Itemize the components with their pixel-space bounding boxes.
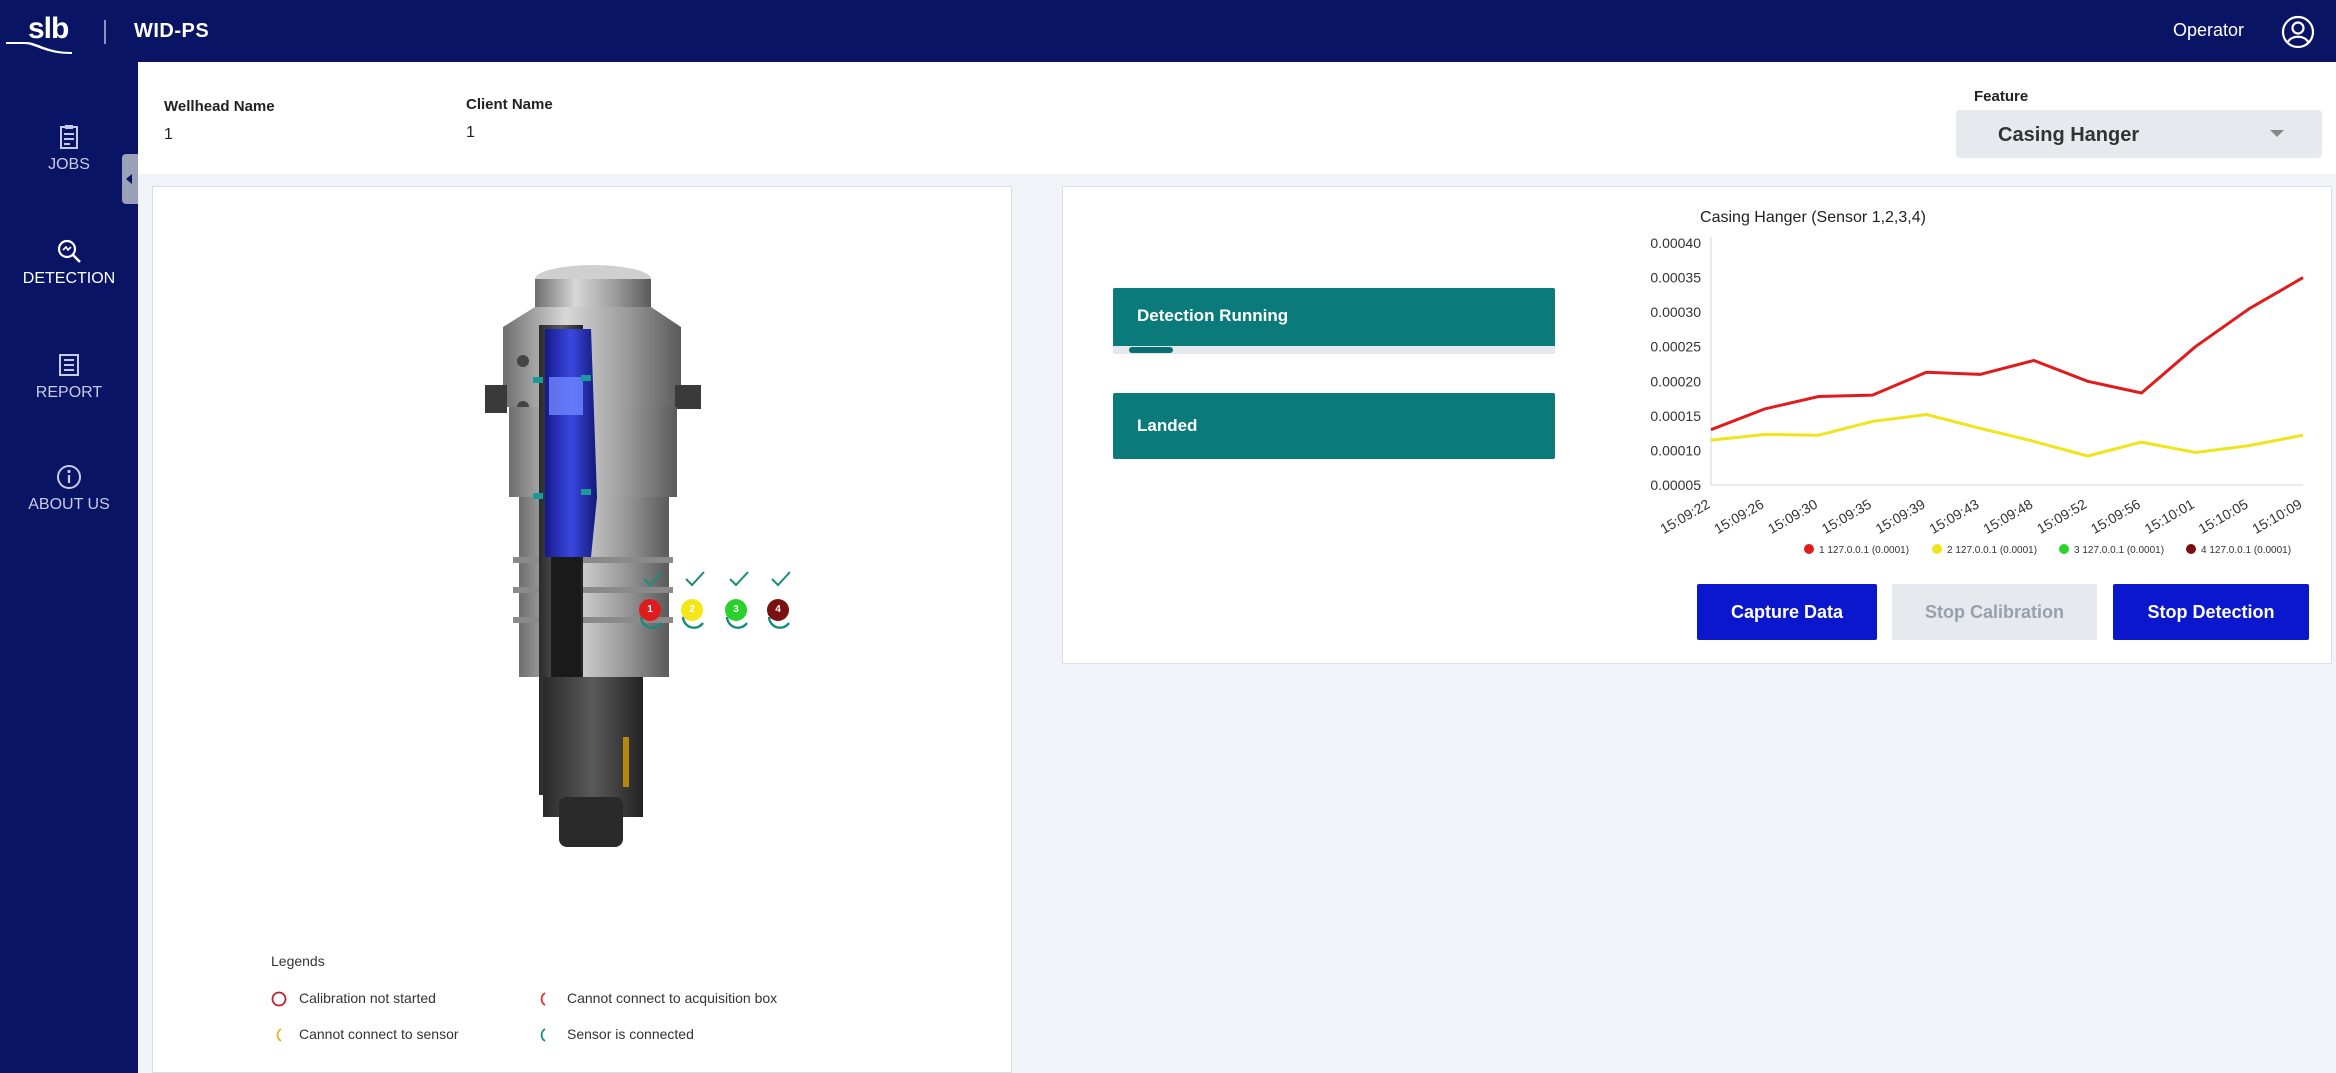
sidebar-item-jobs[interactable]: JOBS: [0, 122, 138, 202]
slb-logo: slb: [6, 12, 72, 54]
feature-selected-value: Casing Hanger: [1998, 124, 2140, 146]
calibration-not-started-ring-icon: [271, 991, 287, 1007]
legend-label-series-4: 4 127.0.0.1 (0.0001): [2201, 545, 2291, 556]
x-tick-label: 15:09:30: [1765, 496, 1820, 537]
y-tick-label: 0.00035: [1650, 270, 1701, 286]
logo-swoosh-icon: [6, 42, 72, 54]
legend-cannot-connect-acquisition-box: Cannot connect to acquisition box: [567, 990, 778, 1006]
wellhead-cutaway-image: [485, 265, 701, 847]
detection-progress-bar: [1113, 346, 1555, 354]
sidebar-item-label: ABOUT US: [28, 496, 110, 513]
sidebar: JOBS DETECTION REPORT ABOUT US: [0, 62, 138, 1073]
legend-label-series-2: 2 127.0.0.1 (0.0001): [1947, 545, 2037, 556]
sensor-1-check-icon: [643, 571, 663, 587]
y-tick-label: 0.00025: [1650, 339, 1701, 355]
sidebar-item-report[interactable]: REPORT: [0, 350, 138, 430]
sidebar-item-about-us[interactable]: ABOUT US: [0, 462, 138, 542]
landed-label: Landed: [1137, 416, 1198, 435]
info-icon: [57, 465, 81, 489]
y-tick-label: 0.00020: [1650, 373, 1701, 389]
detection-running-card: Detection Running: [1113, 288, 1555, 354]
x-tick-label: 15:09:52: [2034, 496, 2089, 537]
sensor-connected-arc-icon: [540, 1028, 546, 1042]
legends-title: Legends: [271, 953, 325, 969]
sidebar-item-label: DETECTION: [22, 270, 116, 287]
client-name-value: 1: [466, 124, 475, 141]
sensor-3-check-icon: [729, 571, 749, 587]
chart-title: Casing Hanger (Sensor 1,2,3,4): [1700, 209, 1926, 226]
series-1-line: [1710, 276, 2304, 432]
report-icon: [59, 354, 79, 376]
job-info-header: Wellhead Name 1 Client Name 1 Feature Ca…: [138, 62, 2336, 174]
sidebar-item-detection[interactable]: DETECTION: [0, 236, 138, 316]
sensor-1-connected-arc-icon: [639, 616, 662, 629]
capture-data-button[interactable]: Capture Data: [1697, 584, 1877, 640]
y-tick-label: 0.00040: [1650, 235, 1701, 251]
wellhead-name-value: 1: [164, 126, 173, 143]
chevron-left-icon: [126, 174, 132, 184]
feature-label: Feature: [1974, 88, 2029, 105]
legend-marker-series-4: [2186, 544, 2196, 554]
y-tick-label: 0.00015: [1650, 408, 1701, 424]
client-name-label: Client Name: [466, 96, 553, 113]
account-circle-icon[interactable]: [2280, 14, 2316, 50]
legend-marker-series-3: [2059, 544, 2069, 554]
detection-progress-fill: [1129, 347, 1173, 353]
x-tick-label: 15:09:48: [1980, 496, 2035, 537]
top-bar: slb WID-PS Operator: [0, 0, 2336, 62]
legend-label-series-1: 1 127.0.0.1 (0.0001): [1819, 545, 1909, 556]
sensor-2-check-icon: [685, 571, 705, 587]
detection-panel: Detection Running Landed Casing Hanger (…: [1062, 186, 2332, 664]
x-tick-label: 15:09:26: [1711, 496, 1766, 537]
legend-cannot-connect-sensor: Cannot connect to sensor: [299, 1026, 459, 1042]
x-tick-label: 15:10:09: [2249, 496, 2304, 537]
x-tick-label: 15:10:01: [2142, 496, 2197, 537]
x-tick-label: 15:09:56: [2088, 496, 2143, 537]
x-tick-label: 15:09:35: [1819, 496, 1874, 537]
user-name[interactable]: Operator: [2173, 20, 2244, 41]
y-tick-label: 0.00005: [1650, 477, 1701, 493]
y-tick-label: 0.00010: [1650, 442, 1701, 458]
sensor-3-connected-arc-icon: [725, 616, 748, 629]
stop-calibration-button[interactable]: Stop Calibration: [1892, 584, 2097, 640]
x-tick-label: 15:09:22: [1657, 496, 1712, 537]
wellhead-diagram-panel: 1 2 3 4 Legends Calibration not started …: [152, 186, 1012, 1073]
stop-detection-button[interactable]: Stop Detection: [2113, 584, 2309, 640]
landed-card: Landed: [1113, 393, 1555, 459]
chevron-down-icon: [2270, 130, 2284, 137]
feature-select[interactable]: Casing Hanger: [1956, 110, 2322, 158]
x-tick-label: 15:09:39: [1873, 496, 1928, 537]
sensor-4-connected-arc-icon: [767, 616, 790, 629]
legend-label-series-3: 3 127.0.0.1 (0.0001): [2074, 545, 2164, 556]
legend-marker-series-2: [1932, 544, 1942, 554]
sensor-error-arc-icon: [276, 1028, 282, 1042]
legend-marker-series-1: [1804, 544, 1814, 554]
detection-running-label: Detection Running: [1137, 306, 1289, 325]
collapse-sidebar-button[interactable]: [122, 154, 138, 204]
series-2-line: [1710, 413, 2304, 458]
sidebar-item-label: JOBS: [48, 156, 90, 173]
detection-icon: [57, 239, 81, 263]
sensor-line-chart: 0.00005 0.00010 0.00015 0.00020 0.00025 0.000…: [1650, 235, 2304, 556]
wellhead-name-label: Wellhead Name: [164, 98, 275, 115]
x-tick-label: 15:10:05: [2195, 496, 2250, 537]
legend-sensor-connected: Sensor is connected: [567, 1026, 694, 1042]
app-title: WID-PS: [134, 20, 210, 42]
acquisition-box-error-arc-icon: [540, 992, 546, 1006]
legend-calibration-not-started: Calibration not started: [299, 990, 436, 1006]
x-tick-label: 15:09:43: [1926, 496, 1981, 537]
clipboard-icon: [60, 125, 78, 149]
sidebar-item-label: REPORT: [35, 384, 103, 401]
y-tick-label: 0.00030: [1650, 304, 1701, 320]
title-divider: [104, 20, 106, 44]
sensor-4-check-icon: [771, 571, 791, 587]
sensor-2-connected-arc-icon: [681, 616, 704, 629]
